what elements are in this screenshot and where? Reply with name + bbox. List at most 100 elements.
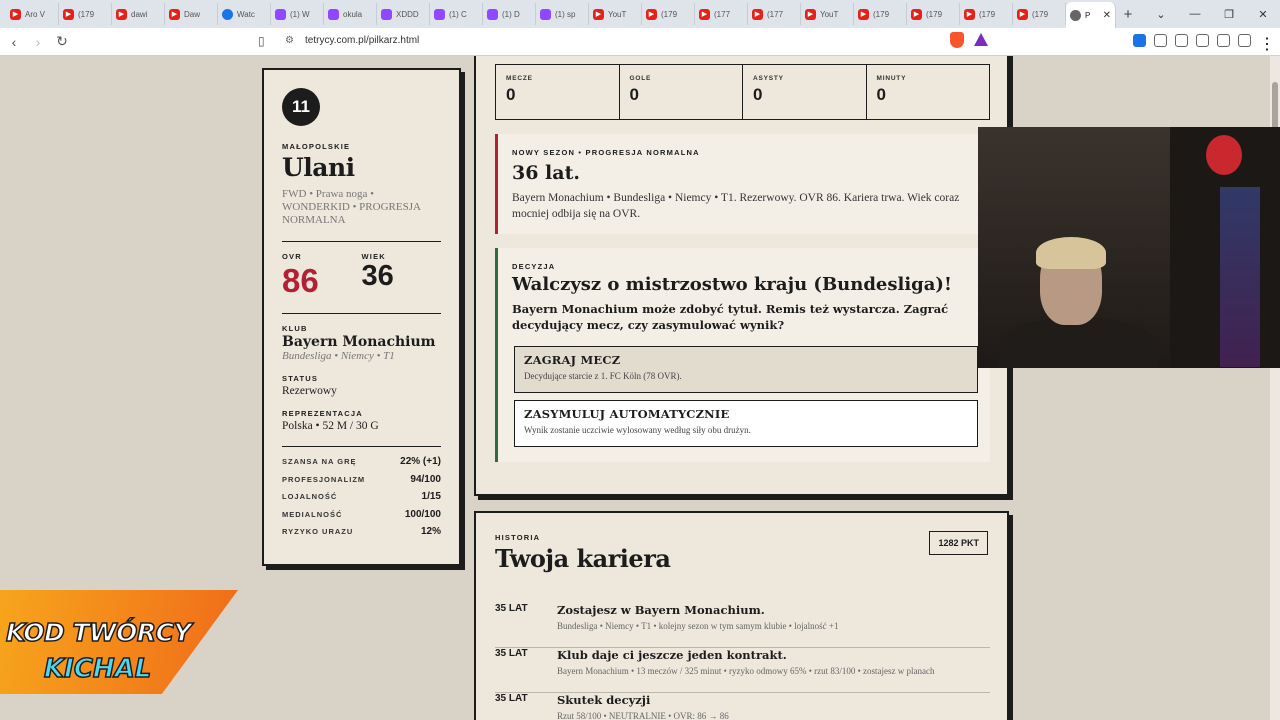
history-item-title: Skutek decyzji [557,693,651,707]
reload-icon[interactable]: ↻ [52,33,72,50]
youtube-icon: ▶ [10,8,21,20]
history-kicker: HISTORIA [495,533,541,542]
youtube-icon: ▶ [169,8,180,20]
youtube-icon: ▶ [63,8,74,20]
browser-tab[interactable]: ▶ (179 [907,3,960,25]
tab-label: (1) D [502,9,520,19]
youtube-icon: ▶ [858,8,869,20]
attribute-label: SZANSA NA GRĘ [282,457,357,467]
forward-icon[interactable]: › [28,34,48,50]
close-tab-icon[interactable]: ✕ [1103,10,1111,21]
stat-value: 0 [506,85,516,104]
decision-heading: Walczysz o mistrzostwo kraju (Bundesliga… [512,274,952,295]
wallet-icon[interactable] [1196,34,1209,47]
twitch-icon [540,8,551,20]
youtube-icon: ▶ [805,8,816,20]
attribute-label: PROFESJONALIZM [282,474,366,484]
national-team-value: Polska • 52 M / 30 G [282,420,379,432]
browser-tab[interactable]: ▶ (177 [695,3,748,25]
twitch-icon [328,8,339,20]
brave-shield-icon[interactable] [950,32,964,48]
tab-active[interactable]: P ✕ [1066,2,1116,28]
menu-icon[interactable]: ⋮ [1259,34,1275,53]
url-field[interactable]: tetrycy.com.pl/pilkarz.html [305,35,419,46]
badge-line2: KICHAL [43,653,152,685]
browser-tab[interactable]: ▶ YouT [801,3,854,25]
creator-code-badge: KOD TWÓRCY KICHAL [0,590,240,700]
stat-label: ASYSTY [753,75,784,82]
divider [282,313,441,314]
translate-icon[interactable] [1133,34,1146,47]
option-subtitle: Decydujące starcie z 1. FC Köln (78 OVR)… [524,371,682,381]
browser-tab[interactable]: ▶ dawi [112,3,165,25]
tab-label: Daw [184,9,201,19]
attribute-label: MEDIALNOŚĆ [282,509,343,519]
youtube-icon: ▶ [1017,8,1028,20]
bookmark-icon[interactable]: ▯ [258,34,270,48]
browser-tab[interactable]: ▶ (179 [854,3,907,25]
browser-tab[interactable]: (1) C [430,3,483,25]
tab-label: YouT [608,9,627,19]
browser-tab[interactable]: okula [324,3,377,25]
site-info-icon[interactable]: ⚙ [285,35,294,46]
browser-tab[interactable]: (1) W [271,3,324,25]
attribute-value: 22% (+1) [400,456,441,468]
browser-tab[interactable]: ▶ (179 [1013,3,1066,25]
history-panel: HISTORIA Twoja kariera 1282 PKT 35 LAT Z… [474,511,1009,720]
simulate-button[interactable]: ZASYMULUJ AUTOMATYCZNIE Wynik zostanie u… [514,400,978,447]
national-team-label: REPREZENTACJA [282,409,363,418]
attribute-value: 12% [420,526,441,538]
stat-assists: ASYSTY 0 [743,65,867,119]
player-core-stats: OVR 86 WIEK 36 [282,252,441,299]
ovr-value: 86 [282,262,319,299]
new-tab-button[interactable]: + [1116,6,1140,23]
club-label: KLUB [282,324,308,333]
extension-icon[interactable] [1154,34,1167,47]
main-panel: MECZE 0 GOLE 0 ASYSTY 0 MINUTY 0 NOWY SE… [474,56,1009,496]
browser-tab[interactable]: ▶ (177 [748,3,801,25]
maximize-button[interactable]: ❐ [1212,8,1246,21]
tab-label: dawi [131,9,148,19]
leo-icon[interactable] [1217,34,1230,47]
browser-tab[interactable]: ▶ (179 [642,3,695,25]
youtube-icon: ▶ [646,8,657,20]
browser-tab[interactable]: ▶ YouT [589,3,642,25]
stat-label: MECZE [506,75,533,82]
player-description: FWD • Prawa noga • WONDERKID • PROGRESJA… [282,188,421,226]
tab-label: P [1085,10,1091,20]
browser-tab[interactable]: ▶ (179 [960,3,1013,25]
youtube-icon: ▶ [911,8,922,20]
back-icon[interactable]: ‹ [4,34,24,50]
history-item: 35 LAT Klub daje ci jeszcze jeden kontra… [495,648,990,693]
youtube-icon: ▶ [752,8,763,20]
vpn-icon[interactable] [1238,34,1251,47]
browser-tab[interactable]: XDDD [377,3,430,25]
rewards-icon[interactable] [974,33,988,46]
sidebar-icon[interactable] [1175,34,1188,47]
tab-label: (1) C [449,9,467,19]
browser-tab[interactable]: ▶ (179 [59,3,112,25]
attribute-row: SZANSA NA GRĘ 22% (+1) [282,453,441,471]
browser-tab[interactable]: ▶ Daw [165,3,218,25]
season-text: Bayern Monachium • Bundesliga • Niemcy •… [512,192,960,220]
history-item-sub: Bundesliga • Niemcy • T1 • kolejny sezon… [557,621,839,631]
attribute-row: LOJALNOŚĆ 1/15 [282,488,441,506]
tab-label: (179 [979,9,996,19]
browser-tab[interactable]: ▶ Aro V [6,3,59,25]
browser-tab[interactable]: (1) sp [536,3,589,25]
history-age: 35 LAT [495,648,528,659]
tab-label: YouT [820,9,839,19]
tab-label: (1) sp [555,9,576,19]
browser-tab[interactable]: (1) D [483,3,536,25]
browser-tab[interactable]: Watc [218,3,271,25]
tab-label: (177 [714,9,731,19]
stat-goals: GOLE 0 [620,65,743,119]
tab-search-icon[interactable]: ⌄ [1144,8,1178,21]
close-window-button[interactable]: ✕ [1246,8,1280,21]
tab-label: (179 [661,9,678,19]
youtube-icon: ▶ [593,8,604,20]
tab-bar: ▶ Aro V ▶ (179 ▶ dawi ▶ Daw Watc (1) W okula XDDD (1… [0,0,1280,28]
play-match-button[interactable]: ZAGRAJ MECZ Decydujące starcie z 1. FC K… [514,346,978,393]
history-item-title: Klub daje ci jeszcze jeden kontrakt. [557,648,787,662]
minimize-button[interactable]: — [1178,8,1212,20]
